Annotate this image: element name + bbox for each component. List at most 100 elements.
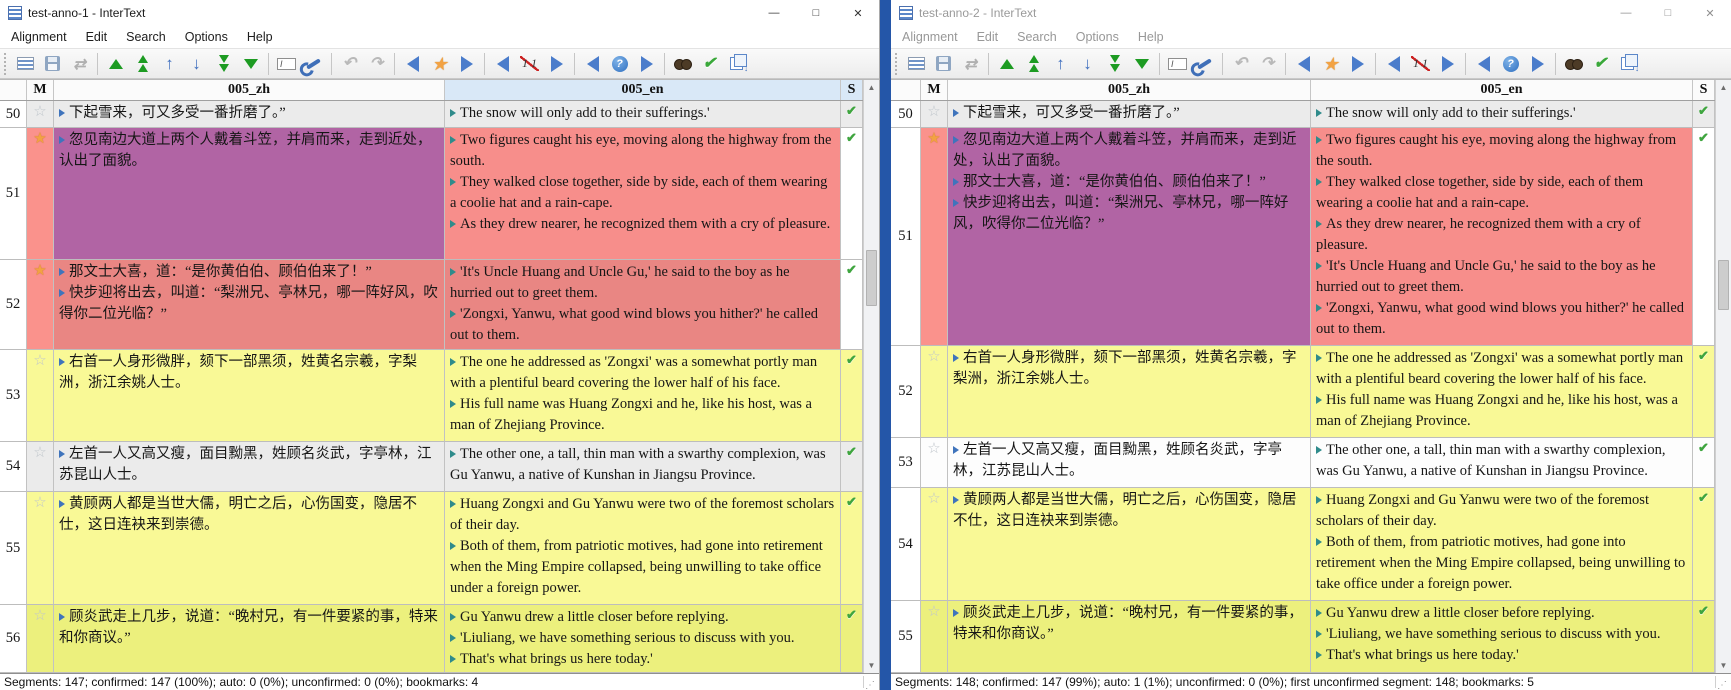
bookmark-cell[interactable]: ☆ — [921, 601, 948, 673]
menu-edit[interactable]: Edit — [86, 30, 108, 44]
bookmark-cell[interactable]: ☆ — [27, 492, 54, 605]
status-cell[interactable]: ✔ — [841, 442, 863, 492]
next-mismatch-button[interactable] — [1435, 51, 1460, 76]
minimize-button[interactable]: — — [1605, 0, 1647, 26]
bookmark-star-empty-icon[interactable]: ☆ — [927, 604, 940, 672]
source-cell[interactable]: 那文士大喜，道：“是你黄伯伯、顾伯伯来了！”快步迎将出去，叫道：“梨洲兄、亭林兄… — [54, 260, 445, 350]
scrollbar-thumb[interactable] — [1718, 260, 1729, 310]
bookmark-cell[interactable]: ☆ — [921, 438, 948, 488]
prev-bookmark-button[interactable] — [1291, 51, 1316, 76]
status-cell[interactable]: ✔ — [841, 128, 863, 260]
source-segment[interactable]: 左首一人又高又瘦，面目黝黑，姓顾名炎武，字亭林，江苏昆山人士。 — [59, 444, 439, 486]
merge-up-double-button[interactable] — [130, 51, 155, 76]
menu-options[interactable]: Options — [185, 30, 228, 44]
confirm-button[interactable]: ✔ — [697, 51, 722, 76]
source-segment[interactable]: 右首一人身形微胖，颏下一部黑须，姓黄名宗羲，字梨洲，浙江余姚人士。 — [59, 352, 439, 394]
source-segment[interactable]: 下起雪来，可又多受一番折磨了。” — [953, 103, 1305, 124]
bookmark-star-empty-icon[interactable]: ☆ — [927, 491, 940, 600]
target-segment[interactable]: The snow will only add to their sufferin… — [1316, 103, 1687, 124]
status-cell[interactable]: ✔ — [1693, 488, 1715, 601]
save-button[interactable] — [931, 51, 956, 76]
merge-up-double-button[interactable] — [1021, 51, 1046, 76]
target-segment[interactable]: Two figures caught his eye, moving along… — [1316, 130, 1687, 172]
move-up-button[interactable]: ↑ — [157, 51, 182, 76]
bookmark-star-empty-icon[interactable]: ☆ — [927, 104, 940, 127]
bookmark-star-empty-icon[interactable]: ☆ — [33, 353, 46, 441]
undo-button[interactable]: ↶ — [337, 51, 362, 76]
table-row[interactable]: 55☆顾炎武走上几步，说道：“晚村兄，有一件要紧的事，特来和你商议。”Gu Ya… — [891, 601, 1715, 673]
target-cell[interactable]: The one he addressed as 'Zongxi' was a s… — [445, 350, 841, 442]
move-up-button[interactable]: ↑ — [1048, 51, 1073, 76]
status-cell[interactable]: ✔ — [1693, 601, 1715, 673]
target-cell[interactable]: 'It's Uncle Huang and Uncle Gu,' he said… — [445, 260, 841, 350]
target-segment[interactable]: Both of them, from patriotic motives, ha… — [1316, 532, 1687, 595]
find-button[interactable] — [670, 51, 695, 76]
target-segment[interactable]: As they drew nearer, he recognized them … — [450, 214, 835, 235]
source-segment[interactable]: 黄顾两人都是当世大儒，明亡之后，心伤国变，隐居不仕，这日连袂来到崇德。 — [59, 494, 439, 536]
bookmark-star-empty-icon[interactable]: ☆ — [33, 445, 46, 491]
target-cell[interactable]: Huang Zongxi and Gu Yanwu were two of th… — [1311, 488, 1693, 601]
next-unconfirmed-button[interactable] — [1525, 51, 1550, 76]
target-cell[interactable]: The snow will only add to their sufferin… — [1311, 101, 1693, 128]
close-button[interactable]: ✕ — [1689, 0, 1731, 26]
resize-grip[interactable] — [1715, 676, 1727, 688]
table-row[interactable]: 50☆下起雪来，可又多受一番折磨了。”The snow will only ad… — [0, 101, 863, 128]
scroll-down-arrow[interactable]: ▼ — [1716, 661, 1731, 670]
vertical-scrollbar[interactable]: ▲ ▼ — [863, 80, 879, 673]
status-cell[interactable]: ✔ — [1693, 346, 1715, 438]
target-segment[interactable]: That's what brings us here today.' — [1316, 645, 1687, 666]
target-segment[interactable]: As they drew nearer, he recognized them … — [1316, 214, 1687, 256]
source-cell[interactable]: 黄顾两人都是当世大儒，明亡之后，心伤国变，隐居不仕，这日连袂来到崇德。 — [948, 488, 1311, 601]
next-unconfirmed-button[interactable] — [634, 51, 659, 76]
source-cell[interactable]: 左首一人又高又瘦，面目黝黑，姓顾名炎武，字亭林，江苏昆山人士。 — [54, 442, 445, 492]
source-cell[interactable]: 忽见南边大道上两个人戴着斗笠，并肩而来，走到近处，认出了面貌。那文士大喜，道：“… — [948, 128, 1311, 346]
target-segment[interactable]: His full name was Huang Zongxi and he, l… — [1316, 390, 1687, 432]
target-cell[interactable]: Gu Yanwu drew a little closer before rep… — [1311, 601, 1693, 673]
bookmark-cell[interactable]: ★ — [27, 260, 54, 350]
status-cell[interactable]: ✔ — [841, 350, 863, 442]
scroll-up-arrow[interactable]: ▲ — [864, 83, 879, 92]
bookmark-cell[interactable]: ☆ — [27, 442, 54, 492]
titlebar[interactable]: test-anno-1 - InterText —□✕ — [0, 0, 879, 26]
redo-button[interactable]: ↷ — [364, 51, 389, 76]
undo-button[interactable]: ↶ — [1228, 51, 1253, 76]
target-column-header[interactable]: 005_en — [445, 80, 841, 100]
toolbar-drag-handle[interactable] — [895, 53, 899, 75]
menu-alignment[interactable]: Alignment — [902, 30, 958, 44]
next-mismatch-button[interactable] — [544, 51, 569, 76]
source-cell[interactable]: 顾炎武走上几步，说道：“晚村兄，有一件要紧的事，特来和你商议。” — [54, 605, 445, 673]
target-segment[interactable]: 'Zongxi, Yanwu, what good wind blows you… — [450, 304, 835, 346]
source-column-header[interactable]: 005_zh — [54, 80, 445, 100]
bookmark-cell[interactable]: ★ — [27, 128, 54, 260]
target-cell[interactable]: The snow will only add to their sufferin… — [445, 101, 841, 128]
wrench-button[interactable] — [1192, 51, 1217, 76]
target-segment[interactable]: Gu Yanwu drew a little closer before rep… — [450, 607, 835, 628]
table-row[interactable]: 53☆右首一人身形微胖，颏下一部黑须，姓黄名宗羲，字梨洲，浙江余姚人士。The … — [0, 350, 863, 442]
confirm-button[interactable]: ✔ — [1588, 51, 1613, 76]
merge-down-button[interactable] — [238, 51, 263, 76]
help-button[interactable]: ? — [607, 51, 632, 76]
status-cell[interactable]: ✔ — [841, 492, 863, 605]
source-segment[interactable]: 右首一人身形微胖，颏下一部黑须，姓黄名宗羲，字梨洲，浙江余姚人士。 — [953, 348, 1305, 390]
target-segment[interactable]: They walked close together, side by side… — [1316, 172, 1687, 214]
bookmark-star-empty-icon[interactable]: ☆ — [33, 608, 46, 672]
source-cell[interactable]: 左首一人又高又瘦，面目黝黑，姓顾名炎武，字亭林，江苏昆山人士。 — [948, 438, 1311, 488]
move-down-button[interactable]: ↓ — [184, 51, 209, 76]
target-cell[interactable]: The other one, a tall, thin man with a s… — [1311, 438, 1693, 488]
source-segment[interactable]: 忽见南边大道上两个人戴着斗笠，并肩而来，走到近处，认出了面貌。 — [59, 130, 439, 172]
vertical-scrollbar[interactable]: ▲ ▼ — [1715, 80, 1731, 673]
target-cell[interactable]: Huang Zongxi and Gu Yanwu were two of th… — [445, 492, 841, 605]
minimize-button[interactable]: — — [753, 0, 795, 26]
menu-alignment[interactable]: Alignment — [11, 30, 67, 44]
next-bookmark-button[interactable] — [454, 51, 479, 76]
target-cell[interactable]: The one he addressed as 'Zongxi' was a s… — [1311, 346, 1693, 438]
table-row[interactable]: 54☆黄顾两人都是当世大儒，明亡之后，心伤国变，隐居不仕，这日连袂来到崇德。Hu… — [891, 488, 1715, 601]
move-down-button[interactable]: ↓ — [1075, 51, 1100, 76]
resize-grip[interactable] — [863, 676, 875, 688]
table-row[interactable]: 54☆左首一人又高又瘦，面目黝黑，姓顾名炎武，字亭林，江苏昆山人士。The ot… — [0, 442, 863, 492]
source-segment[interactable]: 下起雪来，可又多受一番折磨了。” — [59, 103, 439, 124]
bookmark-star-empty-icon[interactable]: ☆ — [927, 441, 940, 487]
source-segment[interactable]: 快步迎将出去，叫道：“梨洲兄、亭林兄，哪一阵好风，吹得你二位光临？” — [59, 283, 439, 325]
target-cell[interactable]: The other one, a tall, thin man with a s… — [445, 442, 841, 492]
bookmark-star-empty-icon[interactable]: ☆ — [33, 104, 46, 127]
